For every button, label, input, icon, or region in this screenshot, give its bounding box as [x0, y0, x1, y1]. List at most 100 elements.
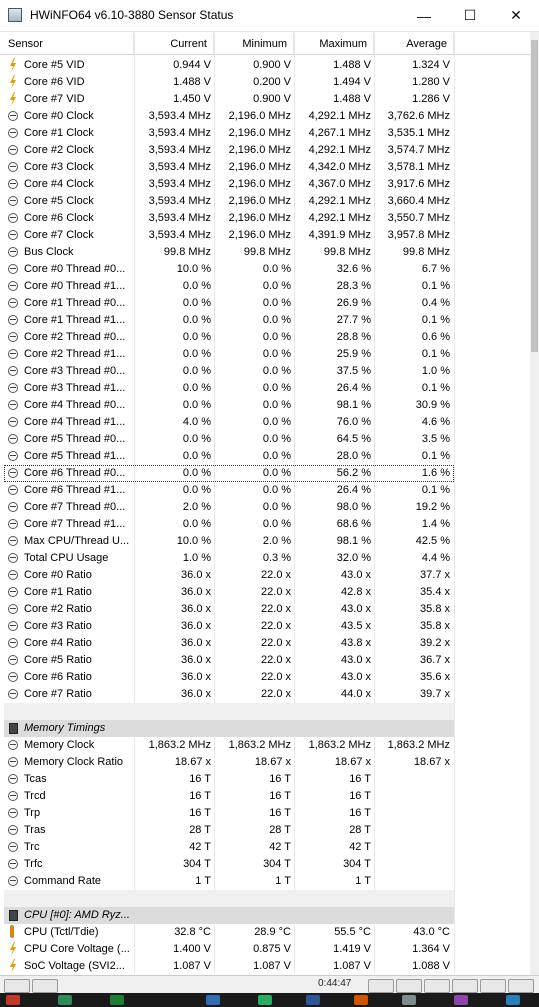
minimum-value: 0.0 %: [262, 297, 291, 309]
sensor-row[interactable]: Core #4 Ratio 36.0 x 22.0 x 43.8 x 39.2 x: [4, 635, 454, 652]
sensor-row[interactable]: Bus Clock 99.8 MHz 99.8 MHz 99.8 MHz 99.8 MH…: [4, 244, 454, 261]
sensor-row[interactable]: CPU (Tctl/Tdie) 32.8 °C 28.9 °C 55.5 °C 43.0…: [4, 924, 454, 941]
scrollbar-thumb[interactable]: [531, 40, 538, 352]
nav-right-button[interactable]: [32, 979, 58, 993]
column-average[interactable]: Average: [374, 32, 454, 54]
close-button[interactable]: ✕: [493, 0, 539, 31]
sensor-row[interactable]: CPU Core Voltage (... 1.400 V 0.875 V 1.419…: [4, 941, 454, 958]
sensor-row[interactable]: Core #6 Ratio 36.0 x 22.0 x 43.0 x 35.6 x: [4, 669, 454, 686]
current-value: 36.0 x: [181, 603, 211, 615]
column-current[interactable]: Current: [134, 32, 214, 54]
sensor-row[interactable]: Core #6 Thread #1... 0.0 % 0.0 % 26.4 % 0.1 …: [4, 482, 454, 499]
sensor-row[interactable]: Core #7 Thread #0... 2.0 % 0.0 % 98.0 % 19.2…: [4, 499, 454, 516]
sensor-row[interactable]: Tcas 16 T 16 T 16 T: [4, 771, 454, 788]
sensor-row[interactable]: Total CPU Usage 1.0 % 0.3 % 32.0 % 4.4 %: [4, 550, 454, 567]
sensor-row[interactable]: SoC Voltage (SVI2... 1.087 V 1.087 V 1.087 …: [4, 958, 454, 975]
sensor-name: Bus Clock: [24, 246, 74, 258]
minimum-value: 28.9 °C: [254, 926, 291, 938]
elapsed-time: 0:44:47: [318, 978, 352, 989]
sensor-row[interactable]: Core #2 Ratio 36.0 x 22.0 x 43.0 x 35.8 x: [4, 601, 454, 618]
minimum-value: 18.67 x: [254, 756, 291, 768]
settings-icon[interactable]: [452, 979, 478, 993]
sensor-row[interactable]: Memory Clock 1,863.2 MHz 1,863.2 MHz 1,863.…: [4, 737, 454, 754]
sensor-row[interactable]: Core #3 Clock 3,593.4 MHz 2,196.0 MHz 4,342…: [4, 159, 454, 176]
vertical-scrollbar[interactable]: [530, 32, 539, 975]
average-value: 1.0 %: [421, 365, 450, 377]
section-header[interactable]: Memory Timings: [4, 720, 454, 737]
sensor-row[interactable]: Core #2 Thread #1... 0.0 % 0.0 % 25.9 % 0.1 …: [4, 346, 454, 363]
taskbar-app-icon[interactable]: [258, 995, 272, 1005]
sensor-row[interactable]: Trcd 16 T 16 T 16 T: [4, 788, 454, 805]
sensor-row[interactable]: Core #7 Ratio 36.0 x 22.0 x 44.0 x 39.7 x: [4, 686, 454, 703]
maximum-value: 26.4 %: [336, 484, 371, 496]
sensor-row[interactable]: Core #3 Thread #0... 0.0 % 0.0 % 37.5 % 1.0 …: [4, 363, 454, 380]
sensor-row[interactable]: Trc 42 T 42 T 42 T: [4, 839, 454, 856]
sensor-row[interactable]: Core #4 Clock 3,593.4 MHz 2,196.0 MHz 4,367…: [4, 176, 454, 193]
network-icon[interactable]: [424, 979, 450, 993]
sensor-row[interactable]: Core #3 Thread #1... 0.0 % 0.0 % 26.4 % 0.1 …: [4, 380, 454, 397]
sensor-row[interactable]: Max CPU/Thread U... 10.0 % 2.0 % 98.1 % 42.5…: [4, 533, 454, 550]
nav-left-button[interactable]: [4, 979, 30, 993]
column-minimum[interactable]: Minimum: [214, 32, 294, 54]
maximum-value: 1,863.2 MHz: [308, 739, 371, 751]
sensor-row[interactable]: Trfc 304 T 304 T 304 T: [4, 856, 454, 873]
taskbar-app-icon[interactable]: [6, 995, 20, 1005]
section-header[interactable]: CPU [#0]: AMD Ryz...: [4, 907, 454, 924]
sensor-row[interactable]: Core #6 Clock 3,593.4 MHz 2,196.0 MHz 4,292…: [4, 210, 454, 227]
sensor-row[interactable]: Core #7 Thread #1... 0.0 % 0.0 % 68.6 % 1.4 …: [4, 516, 454, 533]
average-value: 37.7 x: [420, 569, 450, 581]
close-sensors-icon[interactable]: [508, 979, 534, 993]
taskbar-app-icon[interactable]: [402, 995, 416, 1005]
sensor-row[interactable]: Command Rate 1 T 1 T 1 T: [4, 873, 454, 890]
clock-icon[interactable]: [368, 979, 394, 993]
minimize-button[interactable]: —: [401, 0, 447, 31]
taskbar-app-icon[interactable]: [306, 995, 320, 1005]
sensor-row[interactable]: Core #1 Clock 3,593.4 MHz 2,196.0 MHz 4,267…: [4, 125, 454, 142]
minimum-value: 2,196.0 MHz: [228, 229, 291, 241]
taskbar-app-icon[interactable]: [110, 995, 124, 1005]
sensor-row[interactable]: Trp 16 T 16 T 16 T: [4, 805, 454, 822]
sensor-row[interactable]: Core #4 Thread #0... 0.0 % 0.0 % 98.1 % 30.9…: [4, 397, 454, 414]
sensor-name: Core #2 Clock: [24, 144, 94, 156]
sensor-row[interactable]: Core #2 Thread #0... 0.0 % 0.0 % 28.8 % 0.6 …: [4, 329, 454, 346]
maximum-value: 32.0 %: [336, 552, 371, 564]
sensor-row[interactable]: Core #5 Clock 3,593.4 MHz 2,196.0 MHz 4,292…: [4, 193, 454, 210]
sensor-row[interactable]: Core #7 Clock 3,593.4 MHz 2,196.0 MHz 4,391…: [4, 227, 454, 244]
sensor-row[interactable]: Core #1 Ratio 36.0 x 22.0 x 42.8 x 35.4 x: [4, 584, 454, 601]
sensor-row[interactable]: Core #6 Thread #0... 0.0 % 0.0 % 56.2 % 1.6 …: [4, 465, 454, 482]
sensor-row[interactable]: Core #4 Thread #1... 4.0 % 0.0 % 76.0 % 4.6 …: [4, 414, 454, 431]
average-value: [374, 771, 450, 788]
sensor-row[interactable]: Core #0 Thread #1... 0.0 % 0.0 % 28.3 % 0.1 …: [4, 278, 454, 295]
sensor-row[interactable]: Core #0 Clock 3,593.4 MHz 2,196.0 MHz 4,292…: [4, 108, 454, 125]
sensor-row[interactable]: Tras 28 T 28 T 28 T: [4, 822, 454, 839]
sensor-row[interactable]: Core #5 Thread #0... 0.0 % 0.0 % 64.5 % 3.5 …: [4, 431, 454, 448]
sensor-row[interactable]: Core #5 Thread #1... 0.0 % 0.0 % 28.0 % 0.1 …: [4, 448, 454, 465]
sensor-row[interactable]: Core #3 Ratio 36.0 x 22.0 x 43.5 x 35.8 x: [4, 618, 454, 635]
sensor-row[interactable]: Core #0 Ratio 36.0 x 22.0 x 43.0 x 37.7 x: [4, 567, 454, 584]
sensor-row[interactable]: Core #1 Thread #1... 0.0 % 0.0 % 27.7 % 0.1 …: [4, 312, 454, 329]
taskbar-app-icon[interactable]: [206, 995, 220, 1005]
sensor-table: Core #5 VID 0.944 V 0.900 V 1.488 V 1.324 VC…: [4, 57, 454, 975]
reset-icon[interactable]: [480, 979, 506, 993]
taskbar-app-icon[interactable]: [506, 995, 520, 1005]
column-sensor[interactable]: Sensor: [0, 32, 134, 54]
taskbar-app-icon[interactable]: [354, 995, 368, 1005]
taskbar-app-icon[interactable]: [58, 995, 72, 1005]
sensor-row[interactable]: Core #6 VID 1.488 V 0.200 V 1.494 V 1.280 V: [4, 74, 454, 91]
average-value: 3,957.8 MHz: [387, 229, 450, 241]
current-value: 0.0 %: [182, 467, 211, 479]
sensor-row[interactable]: Core #2 Clock 3,593.4 MHz 2,196.0 MHz 4,292…: [4, 142, 454, 159]
sensor-row[interactable]: Core #5 Ratio 36.0 x 22.0 x 43.0 x 36.7 x: [4, 652, 454, 669]
sensor-row[interactable]: Core #5 VID 0.944 V 0.900 V 1.488 V 1.324 V: [4, 57, 454, 74]
sensor-row[interactable]: Core #7 VID 1.450 V 0.900 V 1.488 V 1.286 V: [4, 91, 454, 108]
sensor-row[interactable]: Memory Clock Ratio 18.67 x 18.67 x 18.67 x 1…: [4, 754, 454, 771]
sensor-name: Core #5 Clock: [24, 195, 94, 207]
sensor-name: Total CPU Usage: [24, 552, 109, 564]
maximize-button[interactable]: ☐: [447, 0, 493, 31]
minimum-value: 99.8 MHz: [243, 246, 291, 258]
sensor-row[interactable]: Core #0 Thread #0... 10.0 % 0.0 % 32.6 % 6.7…: [4, 261, 454, 278]
taskbar-app-icon[interactable]: [454, 995, 468, 1005]
sensor-row[interactable]: Core #1 Thread #0... 0.0 % 0.0 % 26.9 % 0.4 …: [4, 295, 454, 312]
report-icon[interactable]: [396, 979, 422, 993]
column-maximum[interactable]: Maximum: [294, 32, 374, 54]
